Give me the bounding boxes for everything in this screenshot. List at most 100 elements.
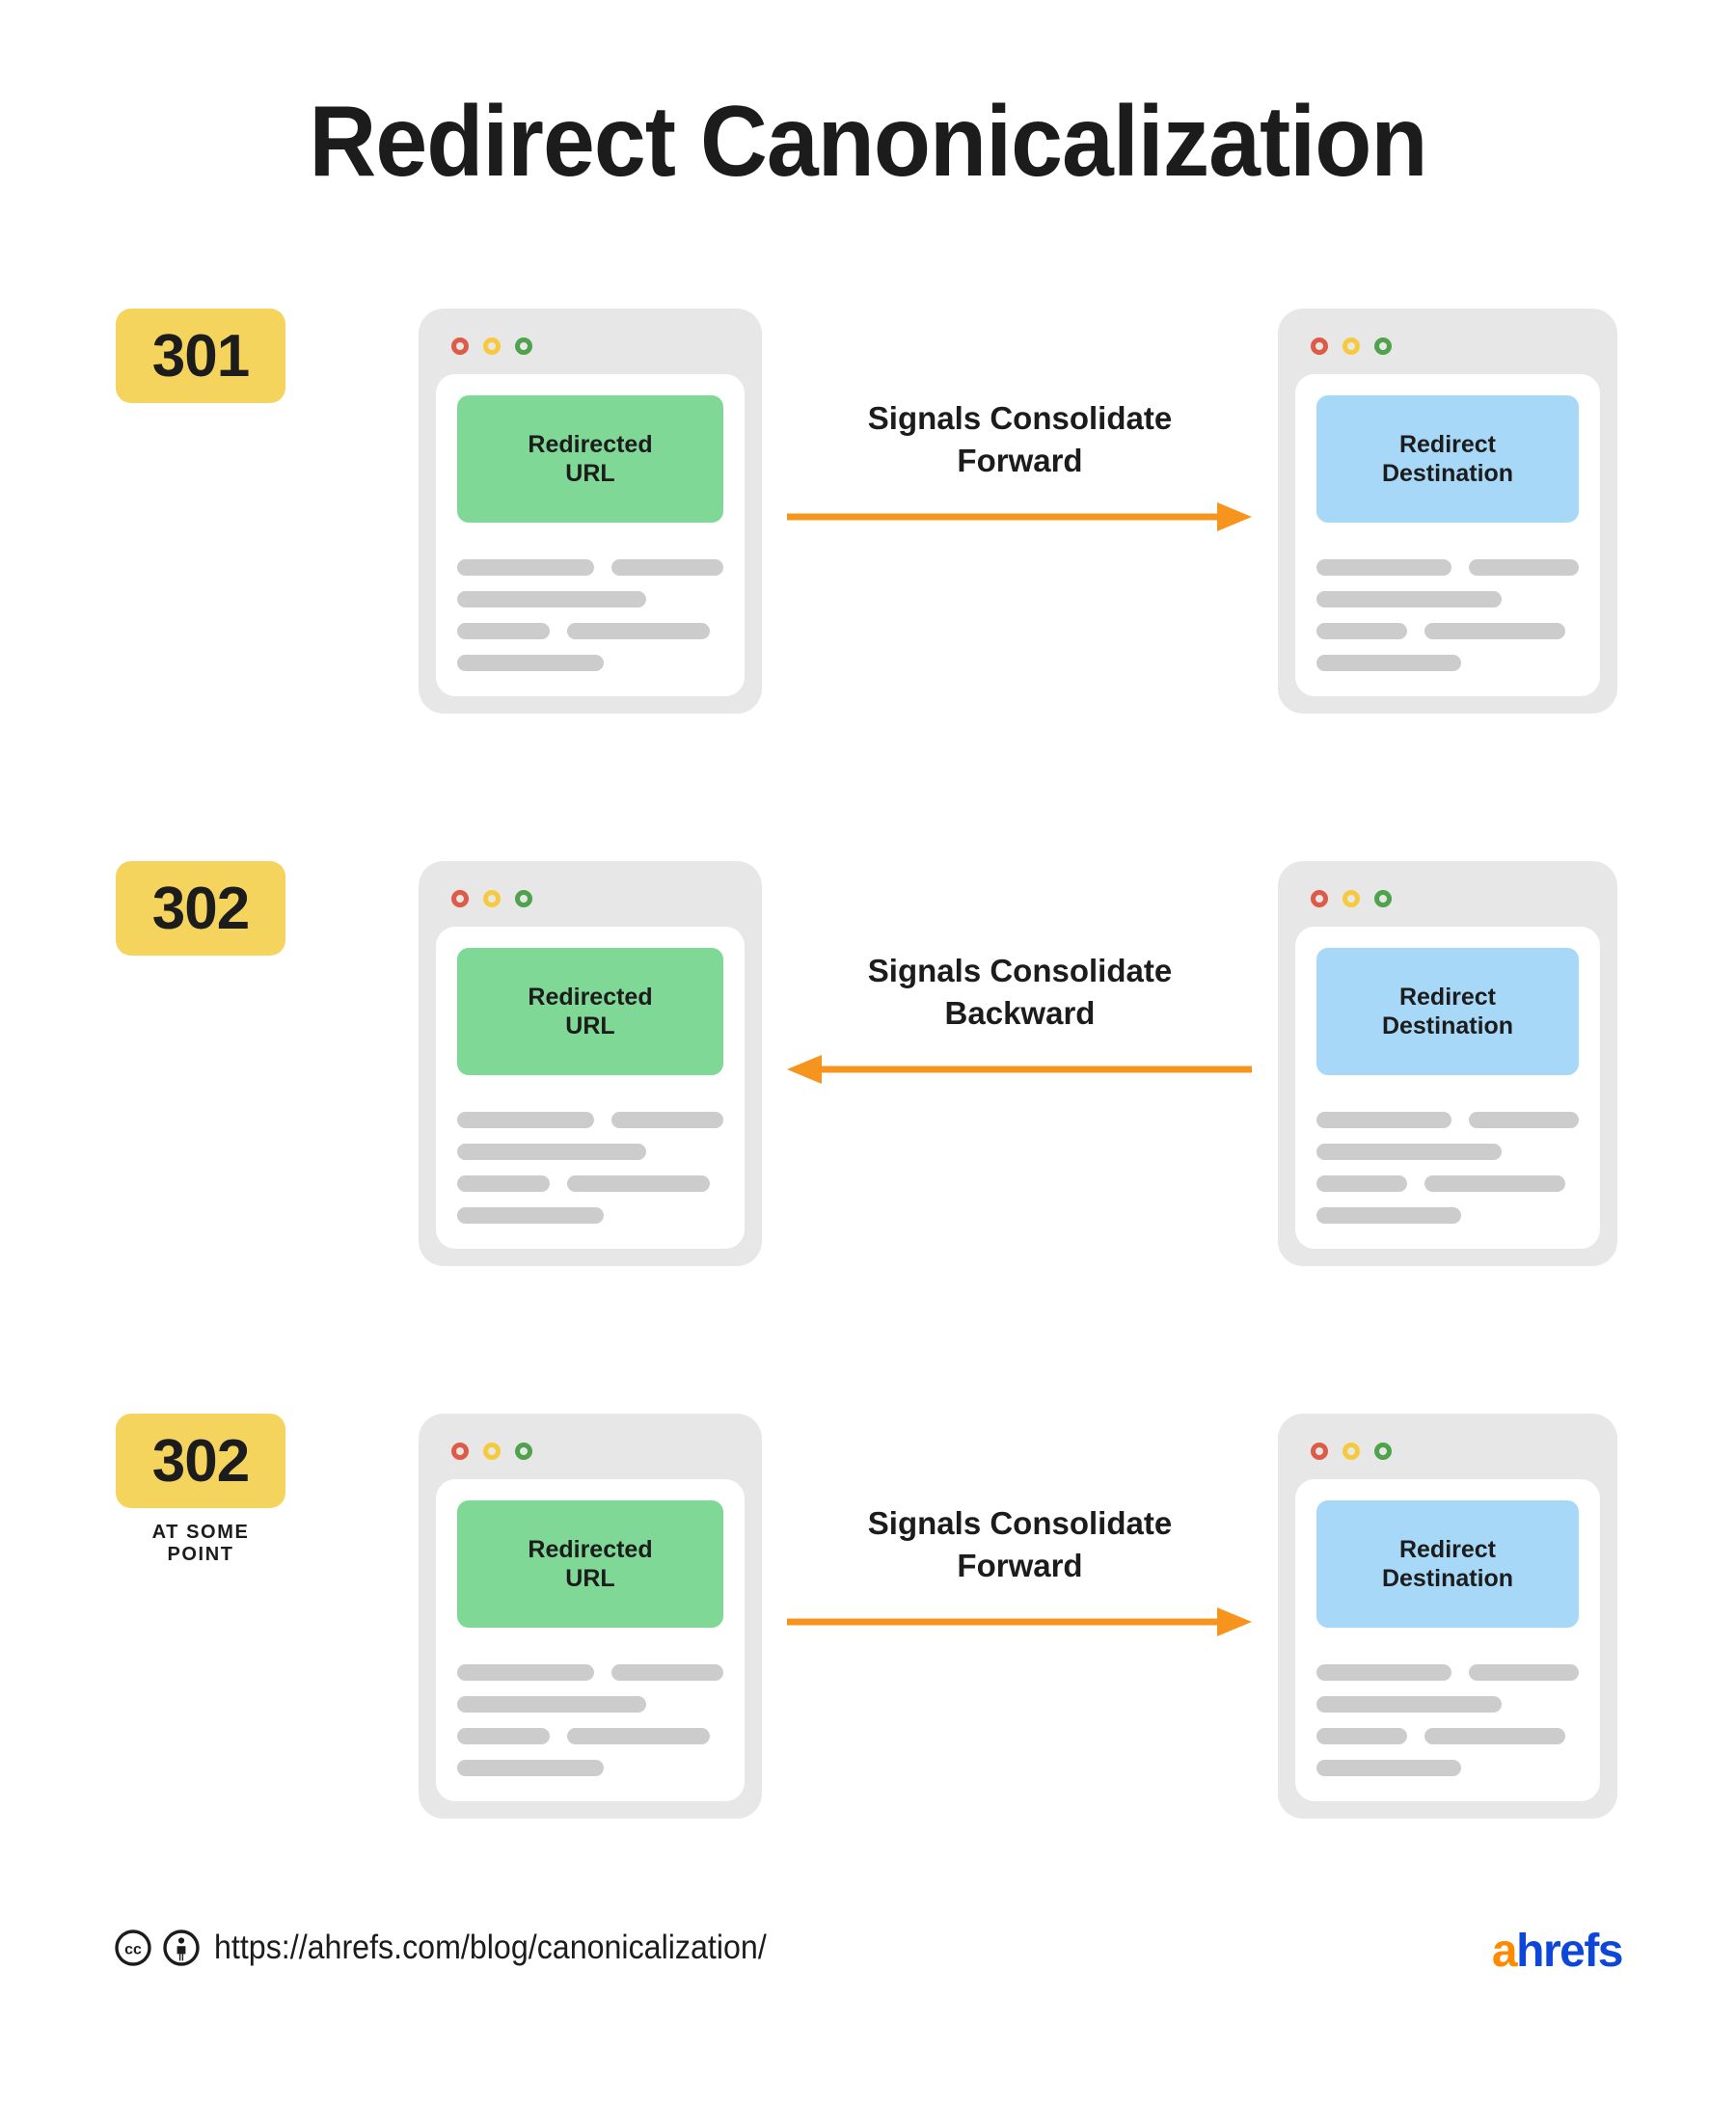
source-browser-window: Redirected URL: [419, 309, 762, 714]
source-page-block: Redirected URL: [457, 948, 723, 1075]
window-traffic-lights: [1295, 330, 1600, 363]
destination-page-block: Redirect Destination: [1316, 395, 1579, 523]
placeholder-bar: [457, 623, 550, 639]
placeholder-bar: [611, 1664, 723, 1681]
status-code-badge-wrapper: 302: [116, 861, 285, 969]
placeholder-bar: [1424, 623, 1565, 639]
placeholder-bar: [567, 1175, 710, 1192]
bar-row: [457, 1760, 723, 1776]
arrow-left-icon: [787, 1055, 1252, 1084]
placeholder-bar: [457, 1207, 604, 1224]
placeholder-bar: [1316, 623, 1407, 639]
status-badge: 301: [116, 309, 285, 403]
window-content: Redirect Destination: [1295, 1479, 1600, 1801]
placeholder-bar: [1316, 591, 1502, 607]
bar-row: [1316, 1696, 1579, 1713]
placeholder-bar: [457, 1144, 646, 1160]
placeholder-text-bars: [457, 559, 723, 671]
placeholder-bar: [1468, 559, 1579, 576]
signal-flow-arrow-group: Signals Consolidate Backward: [762, 861, 1278, 1266]
window-traffic-lights: [436, 882, 745, 915]
bar-row: [1316, 655, 1579, 671]
source-url[interactable]: https://ahrefs.com/blog/canonicalization…: [214, 1929, 767, 1967]
window-traffic-lights: [1295, 882, 1600, 915]
svg-text:cc: cc: [124, 1942, 142, 1958]
bar-row: [457, 1696, 723, 1713]
placeholder-bar: [567, 623, 710, 639]
placeholder-bar: [1316, 1144, 1502, 1160]
maximize-dot-icon: [1374, 337, 1392, 355]
bar-row: [457, 559, 723, 576]
window-content: Redirected URL: [436, 1479, 745, 1801]
status-badge: 302: [116, 1414, 285, 1508]
destination-browser-window: Redirect Destination: [1278, 861, 1617, 1266]
redirect-row-302-forward: 302 AT SOME POINT Redirected URL Signals…: [0, 1414, 1736, 1819]
redirect-row-301: 301 Redirected URL Signals Consolidate F…: [0, 309, 1736, 714]
minimize-dot-icon: [483, 890, 501, 907]
arrow-right-icon: [787, 502, 1252, 531]
window-content: Redirected URL: [436, 927, 745, 1249]
placeholder-text-bars: [457, 1112, 723, 1224]
window-content: Redirect Destination: [1295, 927, 1600, 1249]
bar-row: [457, 1728, 723, 1744]
bar-row: [457, 1144, 723, 1160]
placeholder-bar: [1424, 1728, 1565, 1744]
maximize-dot-icon: [515, 1443, 532, 1460]
placeholder-bar: [611, 559, 723, 576]
source-browser-window: Redirected URL: [419, 861, 762, 1266]
bar-row: [1316, 1728, 1579, 1744]
close-dot-icon: [451, 337, 469, 355]
maximize-dot-icon: [515, 890, 532, 907]
source-browser-window: Redirected URL: [419, 1414, 762, 1819]
page-title: Redirect Canonicalization: [309, 86, 1427, 198]
minimize-dot-icon: [483, 337, 501, 355]
bar-row: [1316, 1112, 1579, 1128]
placeholder-bar: [457, 1175, 550, 1192]
placeholder-bar: [1316, 655, 1461, 671]
placeholder-bar: [457, 1696, 646, 1713]
close-dot-icon: [451, 890, 469, 907]
ahrefs-logo[interactable]: ahrefs: [1491, 1925, 1624, 1978]
status-badge-subtitle: AT SOME POINT: [151, 1522, 250, 1565]
arrow-label: Signals Consolidate Forward: [867, 400, 1173, 478]
close-dot-icon: [1311, 1443, 1328, 1460]
placeholder-bar: [1468, 1112, 1579, 1128]
signal-flow-arrow-group: Signals Consolidate Forward: [762, 309, 1278, 714]
bar-row: [1316, 559, 1579, 576]
source-page-block: Redirected URL: [457, 395, 723, 523]
placeholder-bar: [1316, 1207, 1461, 1224]
maximize-dot-icon: [1374, 1443, 1392, 1460]
logo-text-hrefs: hrefs: [1516, 1926, 1623, 1977]
window-content: Redirect Destination: [1295, 374, 1600, 696]
maximize-dot-icon: [515, 337, 532, 355]
close-dot-icon: [451, 1443, 469, 1460]
status-code-badge-wrapper: 302 AT SOME POINT: [116, 1414, 285, 1566]
placeholder-bar: [1424, 1175, 1565, 1192]
placeholder-text-bars: [1316, 1664, 1579, 1776]
maximize-dot-icon: [1374, 890, 1392, 907]
arrow-label: Signals Consolidate Forward: [867, 1505, 1173, 1583]
placeholder-bar: [1468, 1664, 1579, 1681]
placeholder-bar: [1316, 1728, 1407, 1744]
bar-row: [1316, 623, 1579, 639]
arrow-right-icon: [787, 1607, 1252, 1636]
bar-row: [457, 591, 723, 607]
placeholder-bar: [1316, 1760, 1461, 1776]
footer-attribution: cc https://ahrefs.com/blog/canonicalizat…: [114, 1929, 815, 1967]
arrow-label: Signals Consolidate Backward: [867, 953, 1173, 1031]
signal-flow-arrow-group: Signals Consolidate Forward: [762, 1414, 1278, 1819]
placeholder-bar: [611, 1112, 723, 1128]
placeholder-bar: [1316, 1696, 1502, 1713]
placeholder-bar: [1316, 1175, 1407, 1192]
close-dot-icon: [1311, 337, 1328, 355]
logo-letter-a: a: [1491, 1926, 1518, 1977]
placeholder-bar: [457, 1760, 604, 1776]
source-page-block: Redirected URL: [457, 1500, 723, 1628]
placeholder-text-bars: [1316, 1112, 1579, 1224]
bar-row: [1316, 1144, 1579, 1160]
window-traffic-lights: [436, 330, 745, 363]
license-icons: cc: [114, 1929, 201, 1967]
bar-row: [457, 1175, 723, 1192]
cc-by-icon: [163, 1930, 200, 1966]
bar-row: [457, 623, 723, 639]
